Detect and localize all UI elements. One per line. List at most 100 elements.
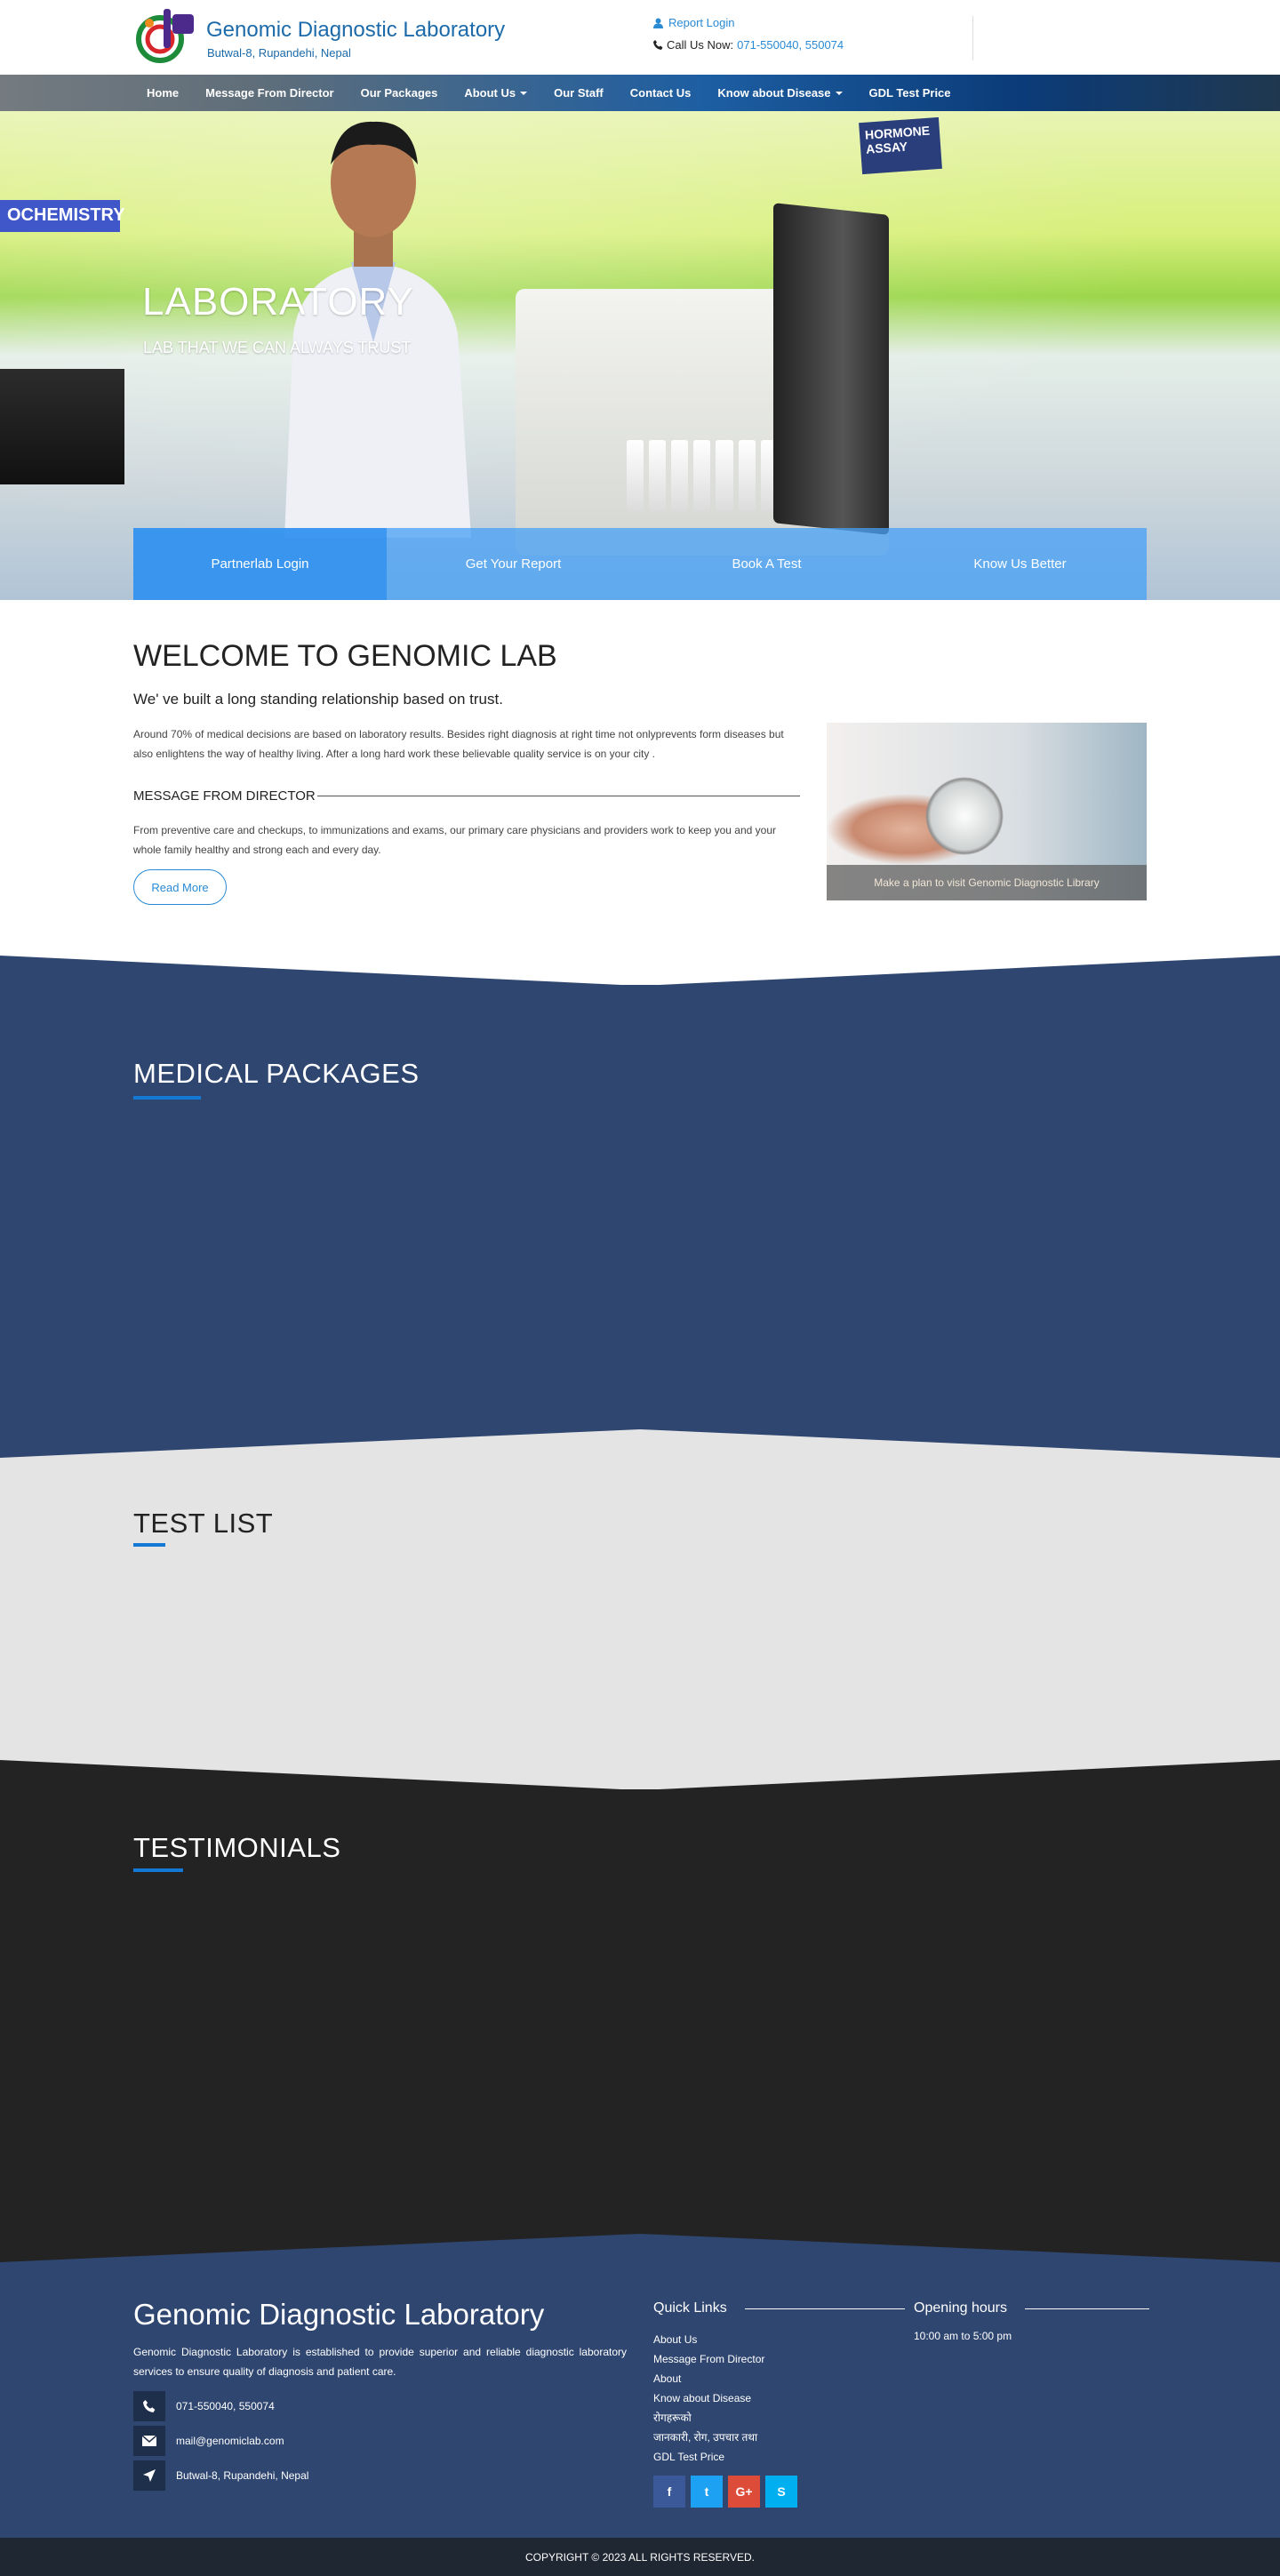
test-list-section: TEST LIST <box>0 1458 1280 1760</box>
quick-links-heading: Quick Links <box>653 2300 905 2316</box>
footer-email-text[interactable]: mail@genomiclab.com <box>176 2435 284 2447</box>
site-title[interactable]: Genomic Diagnostic Laboratory <box>206 18 505 43</box>
footer-address: Butwal-8, Rupandehi, Nepal <box>133 2460 308 2491</box>
phone-icon <box>133 2391 165 2421</box>
heading-underline <box>133 1543 165 1547</box>
partnerlab-login-tile[interactable]: Partnerlab Login <box>133 528 387 600</box>
report-login-label: Report Login <box>668 16 735 29</box>
nav-disease-label: Know about Disease <box>717 86 831 100</box>
director-message: From preventive care and checkups, to im… <box>133 824 777 856</box>
location-arrow-icon <box>133 2460 165 2491</box>
header-contact: Report Login Call Us Now: 071-550040, 55… <box>653 16 973 60</box>
hero-device-image <box>0 369 124 484</box>
testimonials-section: TESTIMONIALS <box>0 1789 1280 2234</box>
footer-link-about-us[interactable]: About Us <box>653 2330 764 2349</box>
phone-icon <box>653 40 663 50</box>
user-icon <box>653 18 663 28</box>
lab-logo[interactable] <box>133 5 197 68</box>
welcome-heading: WELCOME TO GENOMIC LAB <box>133 639 557 673</box>
visit-card[interactable]: Make a plan to visit Genomic Diagnostic … <box>827 723 1147 900</box>
nav-our-packages[interactable]: Our Packages <box>348 86 452 100</box>
get-your-report-tile[interactable]: Get Your Report <box>387 528 640 600</box>
footer-phone-text[interactable]: 071-550040, 550074 <box>176 2400 275 2412</box>
heading-divider <box>1024 2308 1149 2309</box>
hero-title: LABORATORY <box>142 280 414 324</box>
welcome-paragraph: Around 70% of medical decisions are base… <box>133 728 784 760</box>
wave-divider <box>0 1429 1280 1458</box>
hero-subtitle: LAB THAT WE CAN ALWAYS TRUST <box>143 339 412 356</box>
twitter-icon[interactable]: t <box>691 2476 723 2508</box>
google-plus-icon[interactable]: G+ <box>728 2476 760 2508</box>
hero-sign-left: OCHEMISTRY <box>0 200 125 232</box>
opening-hours-title: Opening hours <box>914 2300 1007 2316</box>
welcome-section: WELCOME TO GENOMIC LAB We' ve built a lo… <box>0 600 1280 956</box>
caret-down-icon <box>520 91 528 95</box>
nav-contact-us[interactable]: Contact Us <box>617 86 705 100</box>
footer-link-message-from-director[interactable]: Message From Director <box>653 2349 764 2369</box>
heading-underline <box>133 1868 183 1872</box>
quick-links-title: Quick Links <box>653 2300 727 2316</box>
heading-divider <box>744 2308 905 2309</box>
site-location: Butwal-8, Rupandehi, Nepal <box>207 46 351 60</box>
book-a-test-tile[interactable]: Book A Test <box>640 528 893 600</box>
doctor-image <box>284 121 471 538</box>
heading-underline <box>133 1096 201 1100</box>
nav-packages-label: Our Packages <box>360 86 438 100</box>
site-header: Genomic Diagnostic Laboratory Butwal-8, … <box>0 0 1280 75</box>
footer-link-gdl-test-price[interactable]: GDL Test Price <box>653 2447 764 2467</box>
nav-message-from-director[interactable]: Message From Director <box>192 86 348 100</box>
envelope-icon <box>133 2426 165 2456</box>
medical-packages-heading: MEDICAL PACKAGES <box>133 1058 420 1089</box>
nav-about-us[interactable]: About Us <box>451 86 540 100</box>
call-us-label: Call Us Now: <box>667 38 734 52</box>
footer-link-nepali-2[interactable]: जानकारी, रोग, उपचार तथा <box>653 2428 764 2447</box>
nav-home[interactable]: Home <box>133 86 192 100</box>
footer-phone: 071-550040, 550074 <box>133 2391 275 2421</box>
main-nav: Home Message From Director Our Packages … <box>0 75 1280 111</box>
nav-contact-label: Contact Us <box>629 86 692 100</box>
opening-hours-text: 10:00 am to 5:00 pm <box>914 2330 1012 2342</box>
footer-link-know-about-disease[interactable]: Know about Disease <box>653 2388 764 2408</box>
director-heading-text: MESSAGE FROM DIRECTOR <box>133 788 316 804</box>
nav-home-label: Home <box>147 86 180 100</box>
quick-action-tiles: Partnerlab Login Get Your Report Book A … <box>133 528 1147 600</box>
monitor-image <box>773 203 889 535</box>
skype-icon[interactable]: S <box>765 2476 797 2508</box>
nav-know-about-disease[interactable]: Know about Disease <box>704 86 855 100</box>
nav-price-label: GDL Test Price <box>868 86 951 100</box>
caret-down-icon <box>835 91 843 95</box>
wave-divider <box>0 1760 1280 1790</box>
director-heading: MESSAGE FROM DIRECTOR <box>133 788 800 804</box>
wave-divider <box>0 2234 1280 2262</box>
footer-link-nepali-1[interactable]: रोगहरूको <box>653 2408 764 2428</box>
nav-our-staff[interactable]: Our Staff <box>540 86 617 100</box>
footer-email: mail@genomiclab.com <box>133 2426 284 2456</box>
welcome-lead: We' ve built a long standing relationshi… <box>133 691 503 708</box>
call-us-line: Call Us Now: 071-550040, 550074 <box>653 38 972 52</box>
footer-title: Genomic Diagnostic Laboratory <box>133 2298 545 2331</box>
nav-director-label: Message From Director <box>205 86 334 100</box>
site-footer: Genomic Diagnostic Laboratory Genomic Di… <box>0 2262 1280 2538</box>
know-us-better-tile[interactable]: Know Us Better <box>893 528 1147 600</box>
social-links: f t G+ S <box>653 2476 797 2508</box>
footer-link-about[interactable]: About <box>653 2369 764 2388</box>
wave-divider <box>0 956 1280 986</box>
nav-gdl-test-price[interactable]: GDL Test Price <box>856 86 964 100</box>
hero-banner: OCHEMISTRY HORMONE ASSAY LABORATORY LAB … <box>0 111 1280 600</box>
copyright-text: COPYRIGHT © 2023 ALL RIGHTS RESERVED. <box>524 2550 756 2564</box>
footer-description: Genomic Diagnostic Laboratory is establi… <box>133 2346 627 2378</box>
read-more-button[interactable]: Read More <box>133 869 227 905</box>
testimonials-heading: TESTIMONIALS <box>133 1832 341 1863</box>
medical-packages-section: MEDICAL PACKAGES <box>0 985 1280 1429</box>
quick-links-list: About Us Message From Director About Kno… <box>653 2330 764 2467</box>
report-login-link[interactable]: Report Login <box>653 16 972 29</box>
nav-about-label: About Us <box>464 86 516 100</box>
opening-hours-heading: Opening hours <box>914 2300 1149 2316</box>
visit-card-caption: Make a plan to visit Genomic Diagnostic … <box>827 865 1147 900</box>
test-list-heading: TEST LIST <box>133 1508 274 1539</box>
footer-address-text: Butwal-8, Rupandehi, Nepal <box>176 2469 309 2482</box>
call-us-numbers[interactable]: 071-550040, 550074 <box>737 38 844 52</box>
facebook-icon[interactable]: f <box>653 2476 685 2508</box>
copyright-bar: COPYRIGHT © 2023 ALL RIGHTS RESERVED. <box>0 2538 1280 2576</box>
hero-sign-right: HORMONE ASSAY <box>859 116 942 175</box>
